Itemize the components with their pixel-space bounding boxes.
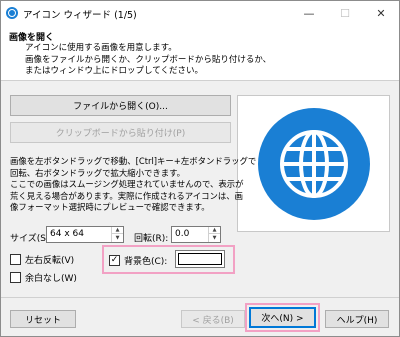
background-color-picker[interactable] — [175, 250, 225, 268]
icon-wizard-window: アイコン ウィザード (1/5) — ☐ ✕ 画像を開く アイコンに使用する画像… — [0, 0, 400, 337]
next-button[interactable]: 次へ(N) > — [249, 307, 316, 328]
flip-checkbox-label: 左右反転(V) — [25, 256, 75, 266]
minimize-button[interactable]: — — [291, 1, 327, 25]
no-margin-checkbox[interactable]: 余白なし(W) — [10, 271, 77, 284]
image-preview[interactable] — [237, 95, 390, 232]
globe-icon — [258, 108, 370, 220]
close-button[interactable]: ✕ — [363, 1, 399, 25]
footer-divider — [1, 297, 399, 298]
chevron-down-icon[interactable]: ▼ — [112, 234, 123, 241]
step-title: 画像を開く — [9, 33, 55, 43]
rotation-stepper-arrows[interactable]: ▲ ▼ — [208, 227, 220, 242]
title-bar: アイコン ウィザード (1/5) — ☐ ✕ — [1, 1, 399, 25]
rotation-label: 回転(R): — [134, 234, 169, 244]
chevron-up-icon[interactable]: ▲ — [112, 227, 123, 234]
rotation-stepper[interactable]: 0.0 ▲ ▼ — [171, 226, 221, 243]
window-title: アイコン ウィザード (1/5) — [23, 10, 137, 21]
instructions-text: 画像を左ボタンドラッグで移動、[Ctrl]キー+左ボタンドラッグで 回転、右ボタ… — [10, 156, 257, 212]
size-stepper[interactable]: 64 x 64 ▲ ▼ — [46, 226, 124, 243]
app-globe-icon — [6, 7, 18, 19]
size-value: 64 x 64 — [50, 229, 84, 239]
rotation-value: 0.0 — [175, 229, 190, 239]
no-margin-checkbox-box[interactable] — [10, 272, 21, 283]
background-color-label: 背景色(C): — [124, 257, 168, 267]
flip-checkbox[interactable]: 左右反転(V) — [10, 253, 74, 266]
back-button[interactable]: < 戻る(B) — [181, 310, 245, 328]
open-file-button[interactable]: ファイルから開く(O)... — [10, 95, 231, 116]
step-description: アイコンに使用する画像を用意します。 画像をファイルから開くか、クリップボードか… — [25, 43, 272, 76]
help-button[interactable]: ヘルプ(H) — [325, 310, 389, 328]
chevron-down-icon[interactable]: ▼ — [209, 234, 220, 241]
flip-checkbox-box[interactable] — [10, 254, 21, 265]
no-margin-checkbox-label: 余白なし(W) — [25, 274, 77, 284]
color-swatch — [178, 253, 222, 265]
wizard-header: 画像を開く アイコンに使用する画像を用意します。 画像をファイルから開くか、クリ… — [1, 25, 399, 81]
chevron-up-icon[interactable]: ▲ — [209, 227, 220, 234]
size-stepper-arrows[interactable]: ▲ ▼ — [111, 227, 123, 242]
reset-button[interactable]: リセット — [10, 310, 76, 328]
check-icon[interactable]: ✓ — [109, 255, 120, 266]
background-color-checkbox[interactable]: ✓ 背景色(C): — [109, 254, 167, 267]
maximize-button[interactable]: ☐ — [327, 1, 363, 25]
paste-clipboard-button[interactable]: クリップボードから貼り付け(P) — [10, 122, 231, 143]
